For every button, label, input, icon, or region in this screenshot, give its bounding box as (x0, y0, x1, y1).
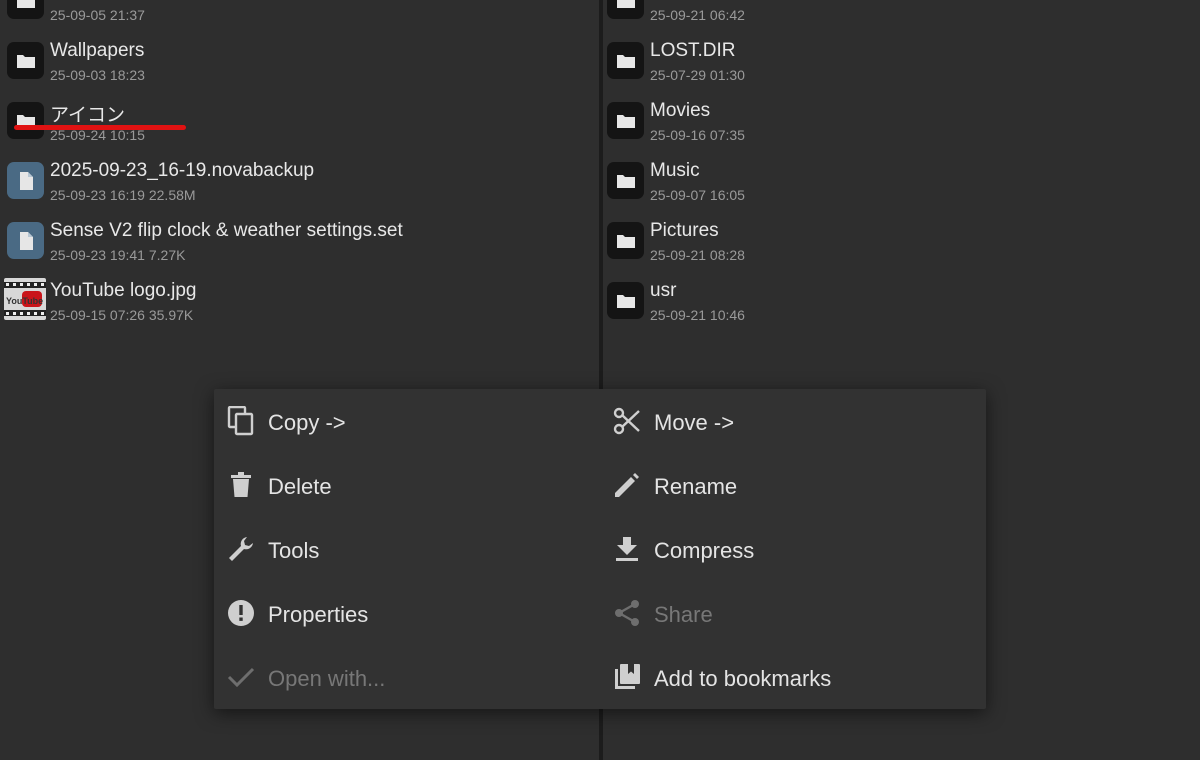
wrench-icon (226, 534, 256, 564)
menu-item-label: Properties (268, 602, 369, 627)
copy-menu-item[interactable]: Copy -> (214, 390, 594, 454)
item-name: Wallpapers (50, 40, 145, 61)
item-meta: 25-09-21 06:42 (650, 7, 745, 23)
bookmarks-icon (612, 662, 642, 692)
list-item[interactable]: 25-09-05 21:37 (0, 0, 600, 34)
add-bookmarks-menu-item[interactable]: Add to bookmarks (600, 646, 980, 710)
list-item[interactable]: Movies 25-09-16 07:35 (604, 94, 1200, 154)
pencil-icon (612, 470, 642, 500)
properties-menu-item[interactable]: Properties (214, 582, 594, 646)
scissors-icon (612, 406, 642, 436)
item-name: Music (650, 160, 700, 181)
item-meta: 25-09-21 10:46 (650, 307, 745, 323)
menu-item-label: Share (654, 602, 713, 627)
item-meta: 25-09-16 07:35 (650, 127, 745, 143)
image-thumbnail: YouTube (4, 278, 46, 320)
info-alert-icon (226, 598, 256, 628)
item-meta: 25-09-23 16:19 22.58M (50, 187, 196, 203)
copy-icon (226, 406, 256, 436)
list-item[interactable]: Pictures 25-09-21 08:28 (604, 214, 1200, 274)
item-name: LOST.DIR (650, 40, 736, 61)
delete-menu-item[interactable]: Delete (214, 454, 594, 518)
folder-icon (607, 102, 644, 139)
share-menu-item[interactable]: Share (600, 582, 980, 646)
download-icon (612, 534, 642, 564)
compress-menu-item[interactable]: Compress (600, 518, 980, 582)
menu-item-label: Tools (268, 538, 320, 563)
folder-icon (607, 222, 644, 259)
item-meta: 25-09-15 07:26 35.97K (50, 307, 194, 323)
item-meta: 25-09-07 16:05 (650, 187, 745, 203)
list-item[interactable]: LOST.DIR 25-07-29 01:30 (604, 34, 1200, 94)
folder-icon (607, 162, 644, 199)
menu-item-label: Move -> (654, 410, 735, 435)
list-item[interactable]: Wallpapers 25-09-03 18:23 (0, 34, 600, 94)
folder-icon (7, 102, 44, 139)
open-with-menu-item[interactable]: Open with... (214, 646, 594, 710)
list-item[interactable]: usr 25-09-21 10:46 (604, 274, 1200, 334)
checkmark-icon (226, 662, 256, 692)
red-underline-annotation (14, 125, 186, 130)
menu-item-label: Delete (268, 474, 332, 499)
rename-menu-item[interactable]: Rename (600, 454, 980, 518)
file-icon (7, 222, 44, 259)
list-item[interactable]: Sense V2 flip clock & weather settings.s… (0, 214, 600, 274)
list-item[interactable]: YouTube YouTube logo.jpg 25-09-15 07:26 … (0, 274, 600, 334)
item-name: Movies (650, 100, 711, 121)
menu-item-label: Add to bookmarks (654, 666, 832, 691)
share-icon (612, 598, 642, 628)
item-meta: 25-09-03 18:23 (50, 67, 145, 83)
list-item[interactable]: Music 25-09-07 16:05 (604, 154, 1200, 214)
list-item[interactable]: アイコン 25-09-24 10:15 (0, 94, 600, 154)
item-name: アイコン (50, 105, 126, 126)
item-meta: 25-09-05 21:37 (50, 7, 145, 23)
item-meta: 25-07-29 01:30 (650, 67, 745, 83)
file-icon (7, 162, 44, 199)
folder-icon (7, 0, 44, 19)
folder-icon (607, 42, 644, 79)
menu-item-label: Rename (654, 474, 738, 499)
menu-item-label: Compress (654, 538, 755, 563)
item-name: Pictures (650, 220, 719, 241)
trash-icon (226, 470, 256, 500)
item-name: usr (650, 280, 677, 301)
item-name: Sense V2 flip clock & weather settings.s… (50, 220, 403, 241)
folder-icon (607, 282, 644, 319)
thumb-text: YouTube (6, 296, 43, 306)
list-item[interactable]: 2025-09-23_16-19.novabackup 25-09-23 16:… (0, 154, 600, 214)
menu-item-label: Copy -> (268, 410, 346, 435)
move-menu-item[interactable]: Move -> (600, 390, 980, 454)
item-meta: 25-09-21 08:28 (650, 247, 745, 263)
list-item[interactable]: 25-09-21 06:42 (604, 0, 1200, 34)
item-name: 2025-09-23_16-19.novabackup (50, 160, 315, 181)
folder-icon (607, 0, 644, 19)
tools-menu-item[interactable]: Tools (214, 518, 594, 582)
folder-icon (7, 42, 44, 79)
menu-item-label: Open with... (268, 666, 386, 691)
item-name: YouTube logo.jpg (50, 280, 197, 301)
item-meta: 25-09-23 19:41 7.27K (50, 247, 186, 263)
context-menu: Copy -> Delete Tools Properties Open wit… (214, 389, 986, 709)
